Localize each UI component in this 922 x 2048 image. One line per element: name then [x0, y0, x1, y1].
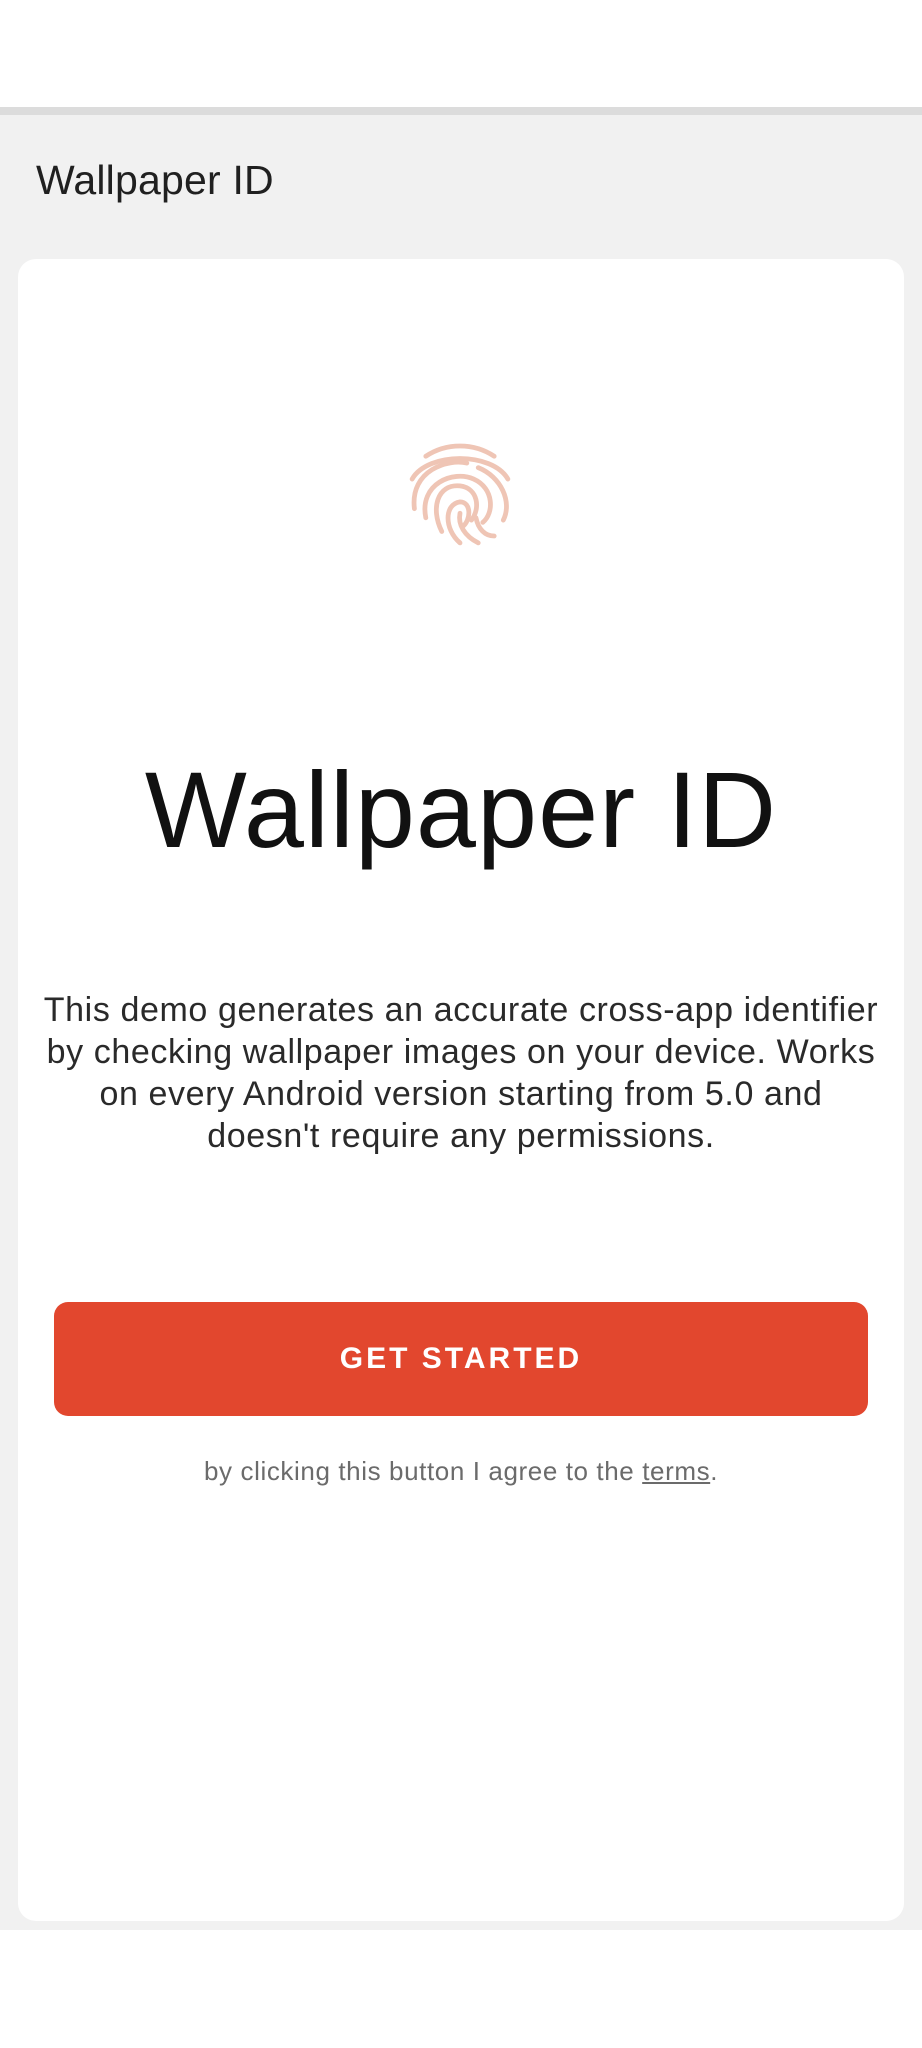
terms-prefix: by clicking this button I agree to the: [203, 1456, 643, 1486]
terms-link[interactable]: terms: [642, 1456, 710, 1486]
status-bar: [0, 0, 922, 107]
terms-suffix: .: [710, 1456, 719, 1486]
fingerprint-icon: [409, 443, 511, 546]
navigation-bar-area: [0, 1930, 922, 2048]
get-started-button[interactable]: GET STARTED: [54, 1302, 868, 1416]
app-bar-divider: [0, 107, 922, 115]
app-bar-title: Wallpaper ID: [36, 157, 274, 203]
description-text: This demo generates an accurate cross-ap…: [43, 991, 879, 1155]
terms-notice: by clicking this button I agree to the t…: [0, 1452, 922, 1490]
hero-title: Wallpaper ID: [144, 749, 778, 870]
